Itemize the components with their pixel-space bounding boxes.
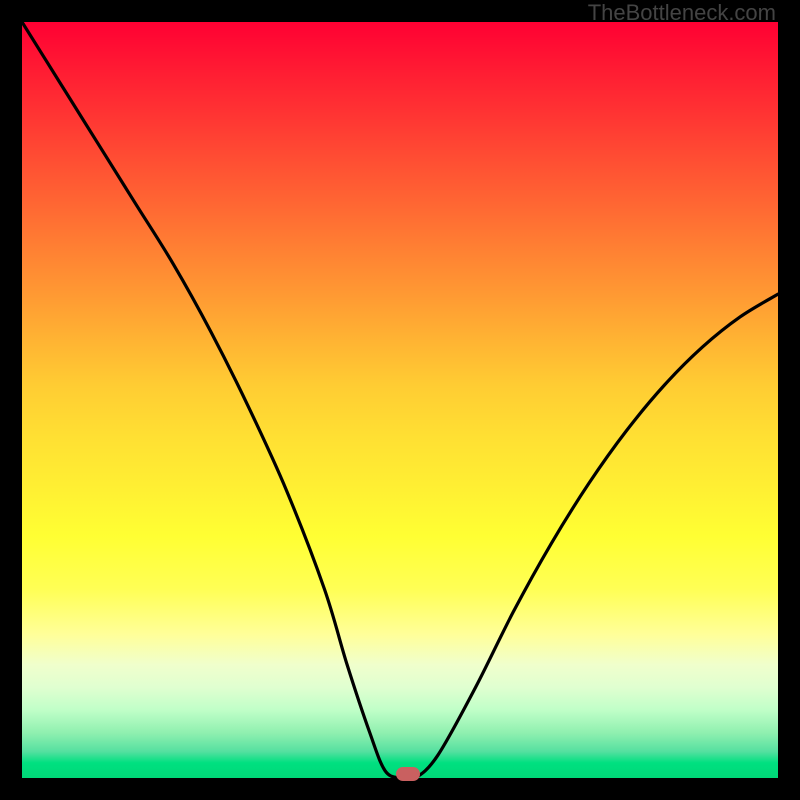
plot-area — [22, 22, 778, 778]
chart-container: TheBottleneck.com — [0, 0, 800, 800]
bottleneck-curve — [22, 22, 778, 778]
curve-svg — [22, 22, 778, 778]
optimal-point-marker — [396, 767, 420, 781]
